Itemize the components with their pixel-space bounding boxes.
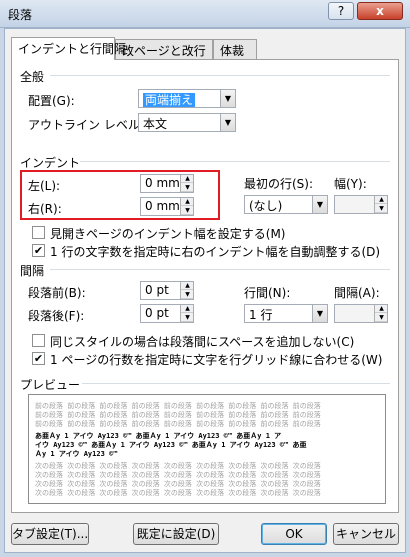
first-line-label: 最初の行(S): bbox=[244, 177, 314, 191]
mirror-indents-label[interactable]: 見開きページのインデント幅を設定する(M) bbox=[50, 225, 285, 242]
chevron-down-icon[interactable]: ▼ bbox=[312, 196, 327, 213]
chevron-down-icon[interactable]: ▼ bbox=[220, 114, 235, 131]
indent-section-label: インデント bbox=[20, 156, 81, 170]
line-spacing-value: 1 行 bbox=[249, 308, 273, 322]
indent-section: インデント bbox=[20, 154, 392, 171]
spin-buttons[interactable]: ▲ ▼ bbox=[180, 305, 193, 322]
set-default-button[interactable]: 既定に設定(D) bbox=[133, 523, 219, 545]
help-button[interactable]: ? bbox=[328, 2, 354, 20]
auto-adjust-label[interactable]: 1 行の文字数を指定時に右のインデント幅を自動調整する(D) bbox=[50, 243, 380, 260]
mirror-indents-checkbox[interactable] bbox=[32, 226, 45, 239]
general-section: 全般 bbox=[20, 68, 392, 85]
spacing-section-label: 間隔 bbox=[20, 264, 45, 278]
preview-section-label: プレビュー bbox=[20, 378, 81, 392]
width-input[interactable]: ▲ ▼ bbox=[334, 195, 388, 214]
ok-button[interactable]: OK bbox=[261, 523, 327, 545]
preview-prev-line: 前の段落 前の段落 前の段落 前の段落 前の段落 前の段落 前の段落 前の段落 … bbox=[35, 420, 321, 428]
alignment-combo[interactable]: 両端揃え ▼ bbox=[138, 89, 236, 108]
first-line-value: (なし) bbox=[249, 199, 283, 213]
tab-line-page-breaks[interactable]: 改ページと改行 bbox=[115, 39, 213, 59]
snap-to-grid-label[interactable]: 1 ページの行数を指定時に文字を行グリッド線に合わせる(W) bbox=[50, 351, 382, 368]
width-label: 幅(Y): bbox=[334, 177, 367, 191]
general-section-label: 全般 bbox=[20, 70, 45, 84]
line-spacing-combo[interactable]: 1 行 ▼ bbox=[244, 304, 328, 323]
outline-level-value: 本文 bbox=[143, 117, 168, 131]
at-input[interactable]: ▲ ▼ bbox=[334, 304, 388, 323]
window-title: 段落 bbox=[8, 8, 33, 22]
first-line-combo[interactable]: (なし) ▼ bbox=[244, 195, 328, 214]
chevron-down-icon[interactable]: ▼ bbox=[312, 305, 327, 322]
spin-buttons[interactable]: ▲ ▼ bbox=[180, 198, 193, 215]
left-indent-input[interactable]: 0 mm ▲ ▼ bbox=[140, 174, 194, 193]
close-button[interactable]: x bbox=[357, 2, 403, 20]
preview-section: プレビュー bbox=[20, 376, 392, 393]
auto-adjust-checkbox[interactable]: ✔ bbox=[32, 244, 45, 257]
outline-level-combo[interactable]: 本文 ▼ bbox=[138, 113, 236, 132]
right-indent-label: 右(R): bbox=[28, 202, 62, 216]
chevron-down-icon[interactable]: ▼ bbox=[220, 90, 235, 107]
left-indent-label: 左(L): bbox=[28, 179, 61, 193]
spin-buttons[interactable]: ▲ ▼ bbox=[180, 282, 193, 299]
right-indent-input[interactable]: 0 mm ▲ ▼ bbox=[140, 197, 194, 216]
tabs-button[interactable]: タブ設定(T)... bbox=[11, 523, 89, 545]
right-indent-value: 0 mm bbox=[145, 199, 180, 213]
line-spacing-label: 行間(N): bbox=[244, 286, 291, 300]
spacing-section: 間隔 bbox=[20, 262, 392, 279]
preview-box: 前の段落 前の段落 前の段落 前の段落 前の段落 前の段落 前の段落 前の段落 … bbox=[28, 394, 386, 504]
snap-to-grid-checkbox[interactable]: ✔ bbox=[32, 352, 45, 365]
dialog-body: インデントと行間隔 改ページと改行 体裁 全般 配置(G): 両端揃え ▼ アウ… bbox=[4, 28, 406, 553]
spin-buttons[interactable]: ▲ ▼ bbox=[374, 196, 387, 213]
alignment-value: 両端揃え bbox=[143, 93, 196, 107]
space-before-value: 0 pt bbox=[145, 283, 169, 297]
left-indent-value: 0 mm bbox=[145, 176, 180, 190]
space-before-label: 段落前(B): bbox=[28, 286, 86, 300]
preview-next-line: 次の段落 次の段落 次の段落 次の段落 次の段落 次の段落 次の段落 次の段落 … bbox=[35, 489, 321, 497]
at-label: 間隔(A): bbox=[334, 286, 380, 300]
space-before-input[interactable]: 0 pt ▲ ▼ bbox=[140, 281, 194, 300]
no-space-same-style-checkbox[interactable] bbox=[32, 334, 45, 347]
preview-sample-line: Ａy 1 アイウ Ay123 ©™ bbox=[35, 450, 118, 458]
alignment-label: 配置(G): bbox=[28, 94, 75, 108]
tab-panel: 全般 配置(G): 両端揃え ▼ アウトライン レベル(O): 本文 ▼ インデ… bbox=[11, 59, 399, 513]
space-after-input[interactable]: 0 pt ▲ ▼ bbox=[140, 304, 194, 323]
space-after-value: 0 pt bbox=[145, 306, 169, 320]
space-after-label: 段落後(F): bbox=[28, 309, 85, 323]
no-space-same-style-label[interactable]: 同じスタイルの場合は段落間にスペースを追加しない(C) bbox=[50, 333, 354, 350]
title-bar: 段落 ? x bbox=[0, 0, 410, 28]
cancel-button[interactable]: キャンセル bbox=[333, 523, 399, 545]
tab-indent-spacing[interactable]: インデントと行間隔 bbox=[11, 37, 126, 60]
spin-buttons[interactable]: ▲ ▼ bbox=[374, 305, 387, 322]
spin-buttons[interactable]: ▲ ▼ bbox=[180, 175, 193, 192]
tab-asian-typography[interactable]: 体裁 bbox=[213, 39, 257, 59]
